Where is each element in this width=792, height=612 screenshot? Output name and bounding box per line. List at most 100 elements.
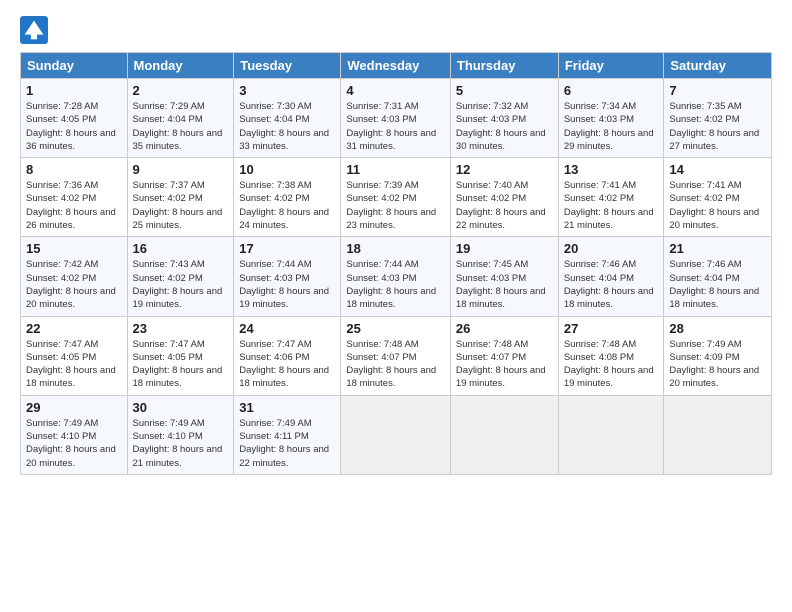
day-detail: Sunrise: 7:49 AMSunset: 4:10 PMDaylight:…	[26, 417, 122, 470]
day-detail: Sunrise: 7:46 AMSunset: 4:04 PMDaylight:…	[564, 258, 659, 311]
day-number: 19	[456, 241, 553, 256]
day-detail: Sunrise: 7:46 AMSunset: 4:04 PMDaylight:…	[669, 258, 766, 311]
day-cell-13: 13 Sunrise: 7:41 AMSunset: 4:02 PMDayligh…	[558, 158, 664, 237]
logo	[20, 16, 52, 44]
day-number: 26	[456, 321, 553, 336]
day-detail: Sunrise: 7:49 AMSunset: 4:11 PMDaylight:…	[239, 417, 335, 470]
empty-cell	[450, 395, 558, 474]
day-number: 28	[669, 321, 766, 336]
day-number: 31	[239, 400, 335, 415]
day-detail: Sunrise: 7:30 AMSunset: 4:04 PMDaylight:…	[239, 100, 335, 153]
day-detail: Sunrise: 7:34 AMSunset: 4:03 PMDaylight:…	[564, 100, 659, 153]
header-cell-wednesday: Wednesday	[341, 53, 451, 79]
day-cell-22: 22 Sunrise: 7:47 AMSunset: 4:05 PMDayligh…	[21, 316, 128, 395]
header-cell-friday: Friday	[558, 53, 664, 79]
day-number: 11	[346, 162, 445, 177]
day-cell-4: 4 Sunrise: 7:31 AMSunset: 4:03 PMDaylight…	[341, 79, 451, 158]
day-number: 12	[456, 162, 553, 177]
empty-cell	[664, 395, 772, 474]
day-number: 13	[564, 162, 659, 177]
day-cell-7: 7 Sunrise: 7:35 AMSunset: 4:02 PMDaylight…	[664, 79, 772, 158]
day-detail: Sunrise: 7:36 AMSunset: 4:02 PMDaylight:…	[26, 179, 122, 232]
day-detail: Sunrise: 7:45 AMSunset: 4:03 PMDaylight:…	[456, 258, 553, 311]
header-cell-sunday: Sunday	[21, 53, 128, 79]
day-detail: Sunrise: 7:49 AMSunset: 4:09 PMDaylight:…	[669, 338, 766, 391]
header-row: SundayMondayTuesdayWednesdayThursdayFrid…	[21, 53, 772, 79]
day-cell-6: 6 Sunrise: 7:34 AMSunset: 4:03 PMDaylight…	[558, 79, 664, 158]
day-cell-2: 2 Sunrise: 7:29 AMSunset: 4:04 PMDaylight…	[127, 79, 234, 158]
week-row-4: 29Sunrise: 7:49 AMSunset: 4:10 PMDayligh…	[21, 395, 772, 474]
day-number: 2	[133, 83, 229, 98]
day-detail: Sunrise: 7:29 AMSunset: 4:04 PMDaylight:…	[133, 100, 229, 153]
day-cell-27: 27 Sunrise: 7:48 AMSunset: 4:08 PMDayligh…	[558, 316, 664, 395]
day-detail: Sunrise: 7:41 AMSunset: 4:02 PMDaylight:…	[669, 179, 766, 232]
day-cell-18: 18 Sunrise: 7:44 AMSunset: 4:03 PMDayligh…	[341, 237, 451, 316]
calendar-table: SundayMondayTuesdayWednesdayThursdayFrid…	[20, 52, 772, 475]
day-detail: Sunrise: 7:41 AMSunset: 4:02 PMDaylight:…	[564, 179, 659, 232]
header	[20, 16, 772, 44]
header-cell-saturday: Saturday	[664, 53, 772, 79]
day-number: 24	[239, 321, 335, 336]
day-detail: Sunrise: 7:37 AMSunset: 4:02 PMDaylight:…	[133, 179, 229, 232]
week-row-3: 22 Sunrise: 7:47 AMSunset: 4:05 PMDayligh…	[21, 316, 772, 395]
day-cell-12: 12 Sunrise: 7:40 AMSunset: 4:02 PMDayligh…	[450, 158, 558, 237]
day-number: 9	[133, 162, 229, 177]
day-cell-14: 14 Sunrise: 7:41 AMSunset: 4:02 PMDayligh…	[664, 158, 772, 237]
week-row-1: 8 Sunrise: 7:36 AMSunset: 4:02 PMDaylight…	[21, 158, 772, 237]
day-number: 6	[564, 83, 659, 98]
day-number: 18	[346, 241, 445, 256]
day-detail: Sunrise: 7:48 AMSunset: 4:08 PMDaylight:…	[564, 338, 659, 391]
calendar-page: SundayMondayTuesdayWednesdayThursdayFrid…	[0, 0, 792, 612]
day-detail: Sunrise: 7:48 AMSunset: 4:07 PMDaylight:…	[346, 338, 445, 391]
day-cell-8: 8 Sunrise: 7:36 AMSunset: 4:02 PMDaylight…	[21, 158, 128, 237]
day-detail: Sunrise: 7:31 AMSunset: 4:03 PMDaylight:…	[346, 100, 445, 153]
week-row-2: 15Sunrise: 7:42 AMSunset: 4:02 PMDayligh…	[21, 237, 772, 316]
day-number: 5	[456, 83, 553, 98]
day-detail: Sunrise: 7:43 AMSunset: 4:02 PMDaylight:…	[133, 258, 229, 311]
day-cell-31: 31 Sunrise: 7:49 AMSunset: 4:11 PMDayligh…	[234, 395, 341, 474]
day-cell-11: 11 Sunrise: 7:39 AMSunset: 4:02 PMDayligh…	[341, 158, 451, 237]
header-cell-tuesday: Tuesday	[234, 53, 341, 79]
day-detail: Sunrise: 7:35 AMSunset: 4:02 PMDaylight:…	[669, 100, 766, 153]
week-row-0: 1Sunrise: 7:28 AMSunset: 4:05 PMDaylight…	[21, 79, 772, 158]
day-cell-23: 23 Sunrise: 7:47 AMSunset: 4:05 PMDayligh…	[127, 316, 234, 395]
day-number: 27	[564, 321, 659, 336]
day-cell-28: 28 Sunrise: 7:49 AMSunset: 4:09 PMDayligh…	[664, 316, 772, 395]
day-cell-17: 17Sunrise: 7:44 AMSunset: 4:03 PMDayligh…	[234, 237, 341, 316]
day-cell-15: 15Sunrise: 7:42 AMSunset: 4:02 PMDayligh…	[21, 237, 128, 316]
day-detail: Sunrise: 7:47 AMSunset: 4:05 PMDaylight:…	[26, 338, 122, 391]
day-detail: Sunrise: 7:32 AMSunset: 4:03 PMDaylight:…	[456, 100, 553, 153]
day-cell-29: 29Sunrise: 7:49 AMSunset: 4:10 PMDayligh…	[21, 395, 128, 474]
header-cell-thursday: Thursday	[450, 53, 558, 79]
day-cell-24: 24Sunrise: 7:47 AMSunset: 4:06 PMDayligh…	[234, 316, 341, 395]
day-number: 15	[26, 241, 122, 256]
header-cell-monday: Monday	[127, 53, 234, 79]
day-cell-1: 1Sunrise: 7:28 AMSunset: 4:05 PMDaylight…	[21, 79, 128, 158]
day-number: 4	[346, 83, 445, 98]
day-number: 30	[133, 400, 229, 415]
day-number: 7	[669, 83, 766, 98]
day-number: 8	[26, 162, 122, 177]
day-cell-16: 16Sunrise: 7:43 AMSunset: 4:02 PMDayligh…	[127, 237, 234, 316]
day-detail: Sunrise: 7:49 AMSunset: 4:10 PMDaylight:…	[133, 417, 229, 470]
day-cell-30: 30 Sunrise: 7:49 AMSunset: 4:10 PMDayligh…	[127, 395, 234, 474]
day-cell-26: 26Sunrise: 7:48 AMSunset: 4:07 PMDayligh…	[450, 316, 558, 395]
day-cell-10: 10 Sunrise: 7:38 AMSunset: 4:02 PMDayligh…	[234, 158, 341, 237]
day-number: 23	[133, 321, 229, 336]
day-number: 22	[26, 321, 122, 336]
day-cell-9: 9 Sunrise: 7:37 AMSunset: 4:02 PMDaylight…	[127, 158, 234, 237]
day-number: 14	[669, 162, 766, 177]
day-number: 3	[239, 83, 335, 98]
day-cell-5: 5 Sunrise: 7:32 AMSunset: 4:03 PMDaylight…	[450, 79, 558, 158]
day-detail: Sunrise: 7:39 AMSunset: 4:02 PMDaylight:…	[346, 179, 445, 232]
day-detail: Sunrise: 7:40 AMSunset: 4:02 PMDaylight:…	[456, 179, 553, 232]
day-number: 10	[239, 162, 335, 177]
day-detail: Sunrise: 7:47 AMSunset: 4:05 PMDaylight:…	[133, 338, 229, 391]
day-detail: Sunrise: 7:44 AMSunset: 4:03 PMDaylight:…	[346, 258, 445, 311]
day-cell-19: 19 Sunrise: 7:45 AMSunset: 4:03 PMDayligh…	[450, 237, 558, 316]
day-number: 21	[669, 241, 766, 256]
day-cell-25: 25Sunrise: 7:48 AMSunset: 4:07 PMDayligh…	[341, 316, 451, 395]
day-number: 1	[26, 83, 122, 98]
day-detail: Sunrise: 7:44 AMSunset: 4:03 PMDaylight:…	[239, 258, 335, 311]
day-detail: Sunrise: 7:38 AMSunset: 4:02 PMDaylight:…	[239, 179, 335, 232]
